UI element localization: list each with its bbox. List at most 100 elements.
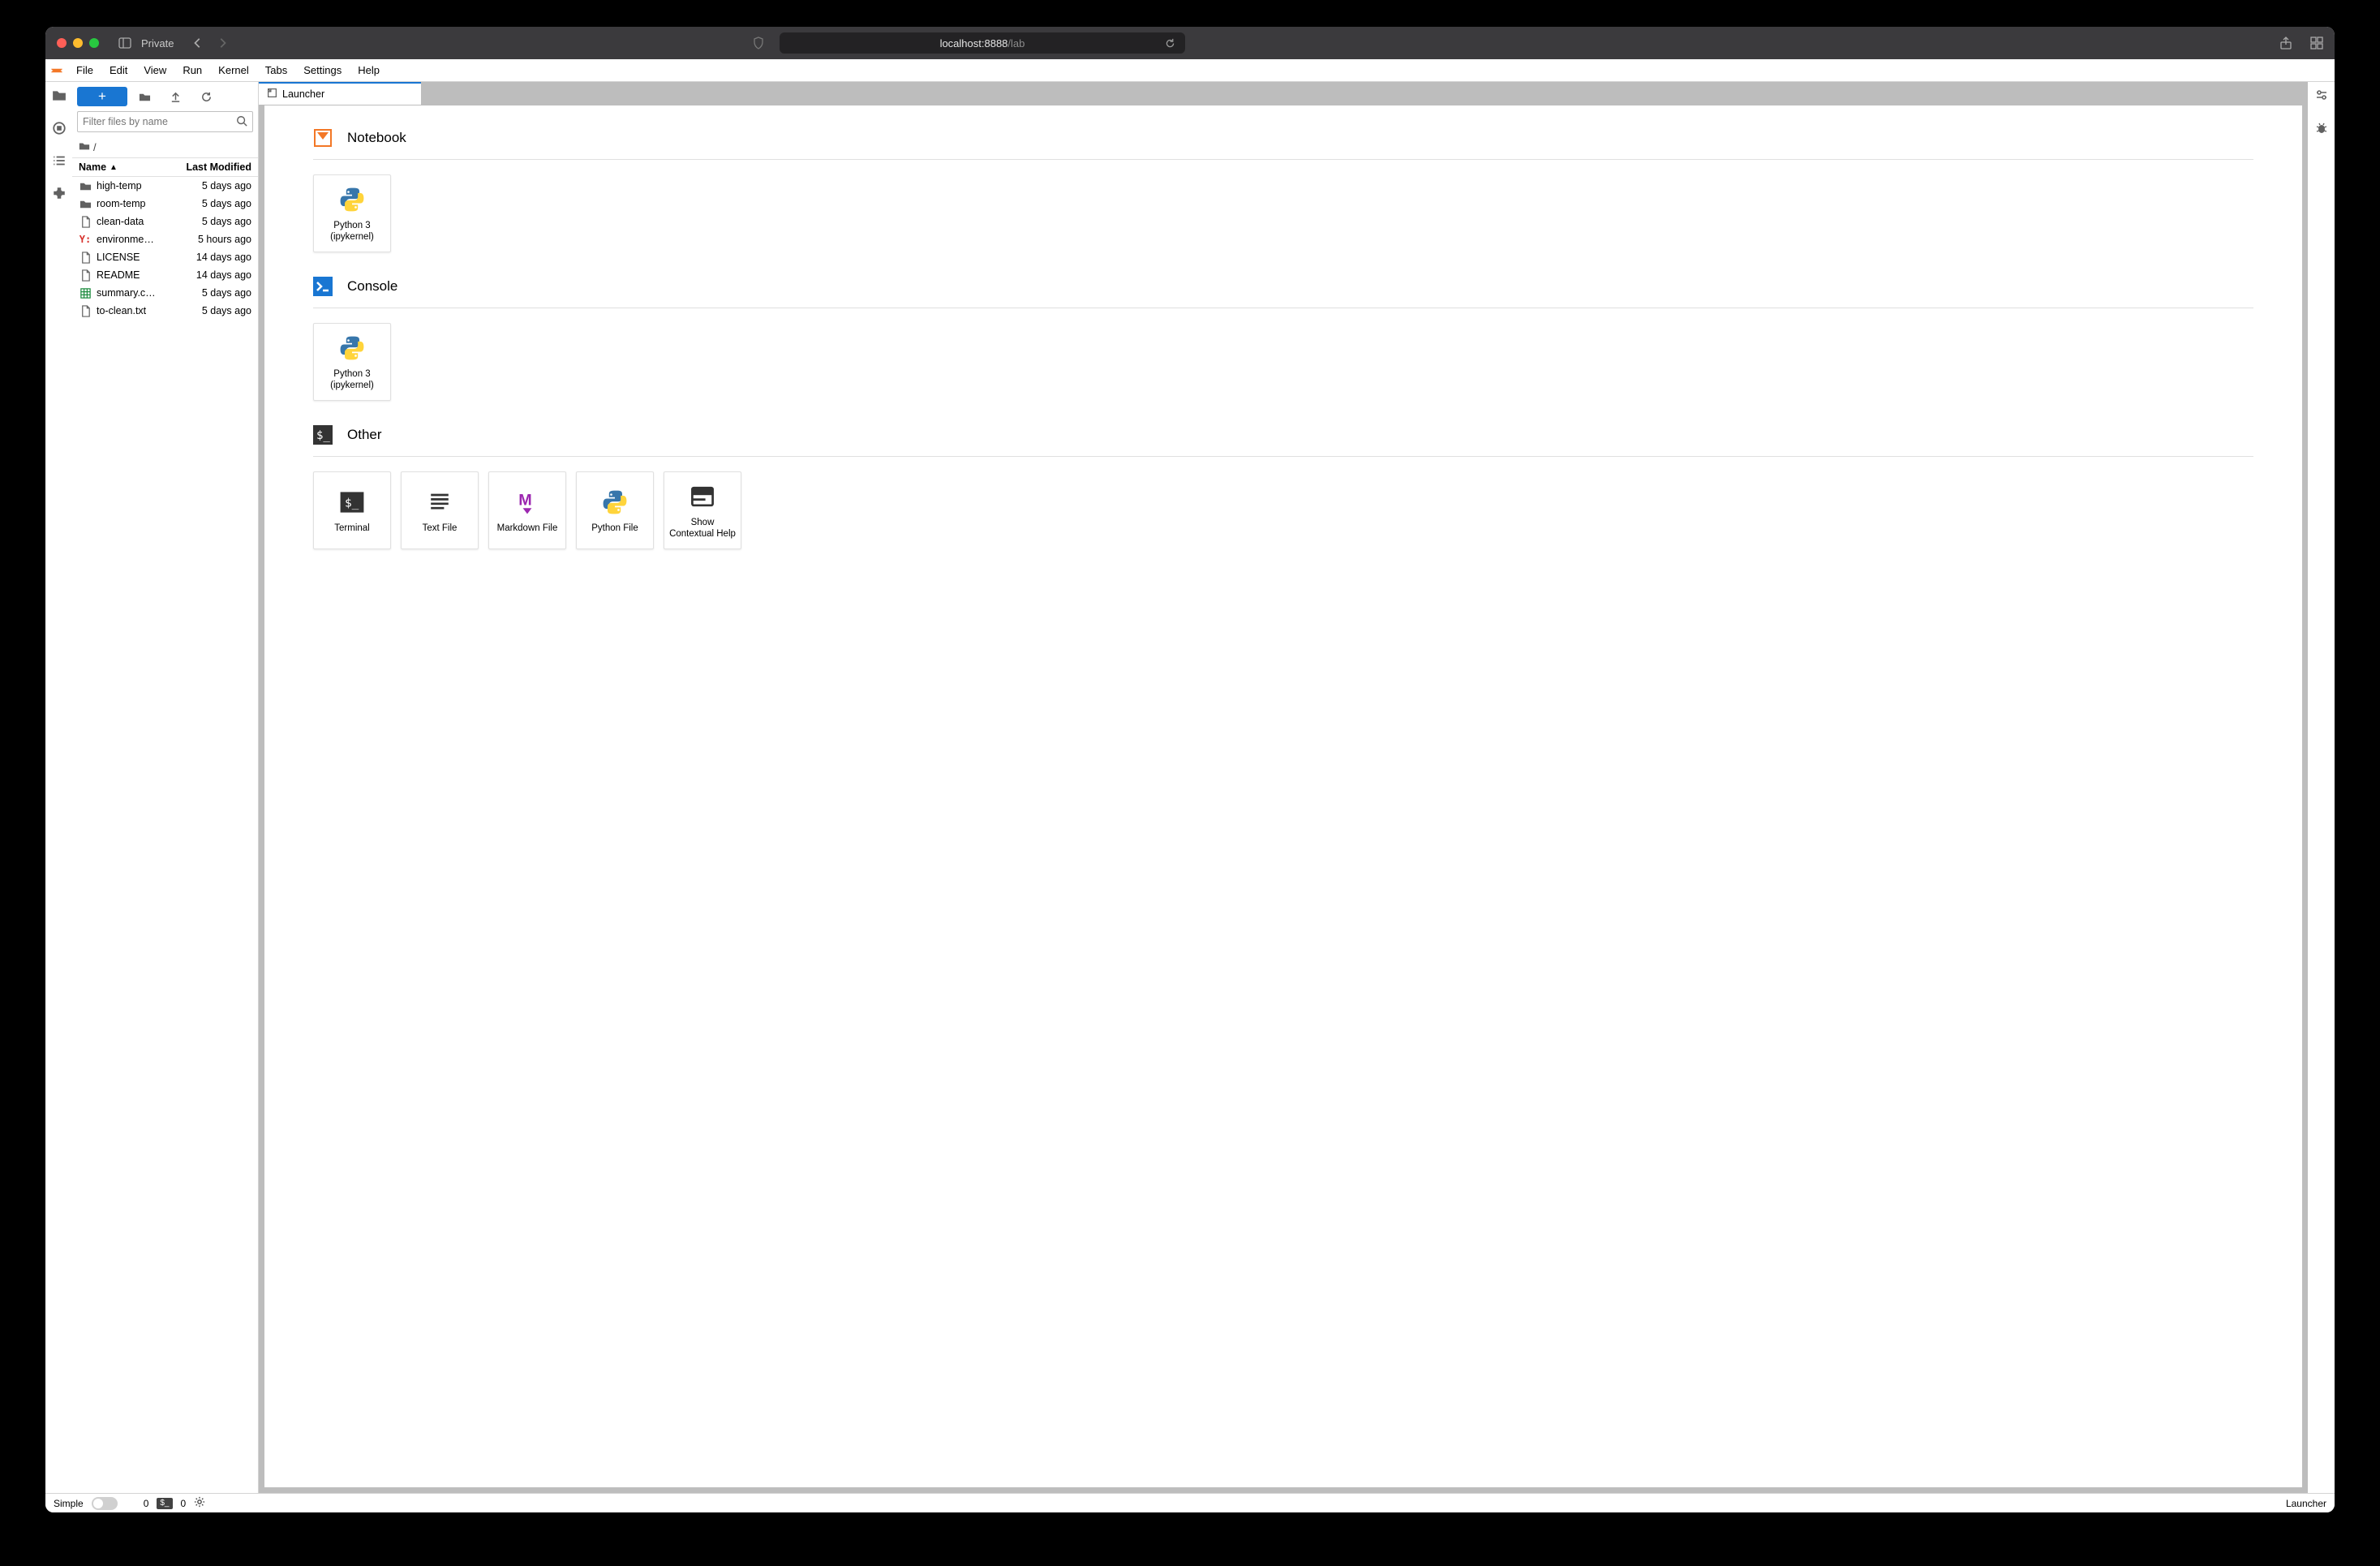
- card-label: Python File: [591, 523, 638, 535]
- extensions-tab-icon[interactable]: [52, 186, 67, 200]
- menu-settings[interactable]: Settings: [295, 59, 350, 81]
- status-right-label: Launcher: [2286, 1498, 2326, 1509]
- folder-icon: [79, 197, 92, 210]
- launcher-card-markdown[interactable]: M Markdown File: [488, 471, 566, 549]
- new-launcher-button[interactable]: +: [77, 87, 127, 106]
- nav-back-button[interactable]: [191, 37, 204, 49]
- filter-files-box[interactable]: [77, 111, 253, 132]
- nav-forward-button[interactable]: [216, 37, 229, 49]
- card-label: Python 3 (ipykernel): [319, 369, 385, 392]
- right-activity-bar: [2308, 82, 2335, 1493]
- file-name: LICENSE: [97, 252, 196, 263]
- filebrowser-tab-icon[interactable]: [52, 88, 67, 103]
- file-modified: 5 hours ago: [198, 234, 251, 245]
- menu-view[interactable]: View: [135, 59, 174, 81]
- menu-run[interactable]: Run: [174, 59, 210, 81]
- file-modified: 5 days ago: [202, 305, 251, 316]
- yaml-icon: Y:: [79, 233, 92, 246]
- window-close-button[interactable]: [57, 38, 67, 48]
- menu-bar: File Edit View Run Kernel Tabs Settings …: [45, 59, 2335, 82]
- terminals-badge-icon[interactable]: $_: [157, 1498, 172, 1509]
- running-tab-icon[interactable]: [52, 121, 67, 136]
- filter-files-input[interactable]: [83, 116, 231, 127]
- property-inspector-icon[interactable]: [2315, 88, 2328, 104]
- file-row[interactable]: room-temp5 days ago: [72, 195, 258, 213]
- window-minimize-button[interactable]: [73, 38, 83, 48]
- simple-mode-toggle[interactable]: [92, 1497, 118, 1510]
- file-row[interactable]: README14 days ago: [72, 266, 258, 284]
- python-icon: [599, 486, 631, 518]
- launcher-card-textfile[interactable]: Text File: [401, 471, 479, 549]
- file-icon: [79, 251, 92, 264]
- file-icon: [79, 269, 92, 282]
- launcher-card-python[interactable]: Python File: [576, 471, 654, 549]
- tabs-overview-icon[interactable]: [2310, 37, 2323, 49]
- address-bar[interactable]: localhost:8888/lab: [780, 32, 1185, 54]
- kernels-count: 0: [181, 1498, 187, 1509]
- file-name: clean-data: [97, 216, 202, 227]
- reload-icon[interactable]: [1164, 37, 1177, 49]
- file-row[interactable]: clean-data5 days ago: [72, 213, 258, 230]
- section-label: Other: [347, 427, 382, 443]
- menu-tabs[interactable]: Tabs: [257, 59, 295, 81]
- tab-bar: Launcher: [259, 82, 2308, 105]
- browser-titlebar: Private localhost:8888/lab: [45, 27, 2335, 59]
- menu-kernel[interactable]: Kernel: [210, 59, 257, 81]
- window-zoom-button[interactable]: [89, 38, 99, 48]
- file-name: high-temp: [97, 180, 202, 191]
- launcher-card-terminal[interactable]: $_Terminal: [313, 471, 391, 549]
- console-section-icon: [313, 277, 333, 296]
- section-label: Notebook: [347, 130, 406, 146]
- file-row[interactable]: to-clean.txt5 days ago: [72, 302, 258, 320]
- file-icon: [79, 215, 92, 228]
- card-label: Python 3 (ipykernel): [319, 221, 385, 243]
- file-name: summary.c…: [97, 287, 202, 299]
- markdown-icon: M: [511, 486, 543, 518]
- breadcrumb[interactable]: /: [72, 137, 258, 158]
- file-modified: 14 days ago: [196, 269, 251, 281]
- card-label: Show Contextual Help: [669, 518, 736, 540]
- header-name[interactable]: Name: [79, 161, 106, 173]
- upload-button[interactable]: [161, 87, 189, 106]
- private-mode-label: Private: [141, 37, 174, 49]
- launcher-card-python[interactable]: Python 3 (ipykernel): [313, 174, 391, 252]
- file-name: to-clean.txt: [97, 305, 202, 316]
- terminals-count: 0: [144, 1498, 149, 1509]
- privacy-shield-icon[interactable]: [752, 37, 765, 49]
- tab-launcher[interactable]: Launcher: [259, 82, 421, 105]
- header-modified[interactable]: Last Modified: [170, 161, 251, 173]
- left-activity-bar: [45, 82, 72, 1493]
- share-icon[interactable]: [2279, 37, 2292, 49]
- file-row[interactable]: LICENSE14 days ago: [72, 248, 258, 266]
- kernels-settings-icon[interactable]: [194, 1496, 205, 1510]
- notebook-section-icon: [313, 128, 333, 148]
- simple-mode-label: Simple: [54, 1498, 84, 1509]
- launcher-section-console: Console Python 3 (ipykernel): [313, 277, 2253, 401]
- sidebar-toggle-icon[interactable]: [118, 37, 131, 49]
- filebrowser-toolbar: +: [72, 82, 258, 111]
- section-label: Console: [347, 278, 397, 295]
- toc-tab-icon[interactable]: [52, 153, 67, 168]
- address-url-host: localhost:8888: [940, 37, 1008, 49]
- launcher-card-python[interactable]: Python 3 (ipykernel): [313, 323, 391, 401]
- tab-label: Launcher: [282, 88, 324, 100]
- menu-help[interactable]: Help: [350, 59, 388, 81]
- jupyter-logo[interactable]: [45, 59, 68, 81]
- launcher-section-other: $_ Other $_TerminalText File M Markdown File…: [313, 425, 2253, 549]
- help-icon: [686, 480, 719, 513]
- menu-edit[interactable]: Edit: [101, 59, 135, 81]
- other-section-icon: $_: [313, 425, 333, 445]
- card-label: Markdown File: [497, 523, 558, 535]
- file-row[interactable]: high-temp5 days ago: [72, 177, 258, 195]
- main-panel: Launcher NotebookPython 3 (ipykernel)Con…: [259, 82, 2308, 1493]
- new-folder-button[interactable]: [131, 87, 158, 106]
- file-row[interactable]: summary.c…5 days ago: [72, 284, 258, 302]
- refresh-button[interactable]: [192, 87, 220, 106]
- menu-file[interactable]: File: [68, 59, 101, 81]
- file-row[interactable]: Y:environme…5 hours ago: [72, 230, 258, 248]
- file-list: high-temp5 days agoroom-temp5 days agocl…: [72, 177, 258, 1493]
- launch-icon: [267, 88, 277, 101]
- launcher-card-help[interactable]: Show Contextual Help: [664, 471, 741, 549]
- file-name: README: [97, 269, 196, 281]
- debugger-icon[interactable]: [2315, 122, 2328, 137]
